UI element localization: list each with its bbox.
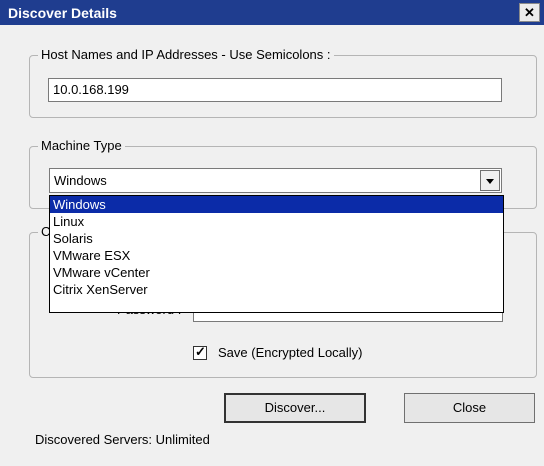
- machine-type-option[interactable]: Solaris: [50, 230, 503, 247]
- window-title: Discover Details: [8, 5, 117, 21]
- machine-type-option[interactable]: VMware ESX: [50, 247, 503, 264]
- machine-type-dropdown-list: Windows Linux Solaris VMware ESX VMware …: [49, 195, 504, 313]
- save-encrypted-checkbox[interactable]: ✓: [193, 344, 207, 360]
- machine-type-option[interactable]: VMware vCenter: [50, 264, 503, 281]
- discover-button[interactable]: Discover...: [224, 393, 366, 423]
- machine-type-dropdown-button[interactable]: [480, 170, 500, 191]
- machine-type-select[interactable]: Windows: [49, 168, 502, 193]
- discover-details-dialog: Discover Details ✕ Host Names and IP Add…: [0, 0, 544, 466]
- close-button[interactable]: Close: [404, 393, 535, 423]
- title-bar: Discover Details ✕: [0, 0, 544, 25]
- chevron-down-icon: [486, 179, 494, 184]
- machine-type-group-label: Machine Type: [38, 138, 125, 154]
- hosts-group-label: Host Names and IP Addresses - Use Semico…: [38, 47, 334, 63]
- machine-type-option[interactable]: Windows: [50, 196, 503, 213]
- checkbox-checked-icon: ✓: [195, 344, 206, 359]
- close-window-button[interactable]: ✕: [519, 3, 540, 22]
- discovered-servers-status: Discovered Servers: Unlimited: [35, 432, 210, 447]
- machine-type-selected-value: Windows: [54, 173, 107, 188]
- machine-type-option[interactable]: Citrix XenServer: [50, 281, 503, 298]
- machine-type-option[interactable]: Linux: [50, 213, 503, 230]
- hosts-input[interactable]: 10.0.168.199: [48, 78, 502, 102]
- close-icon: ✕: [524, 5, 535, 20]
- save-encrypted-label[interactable]: Save (Encrypted Locally): [218, 345, 363, 360]
